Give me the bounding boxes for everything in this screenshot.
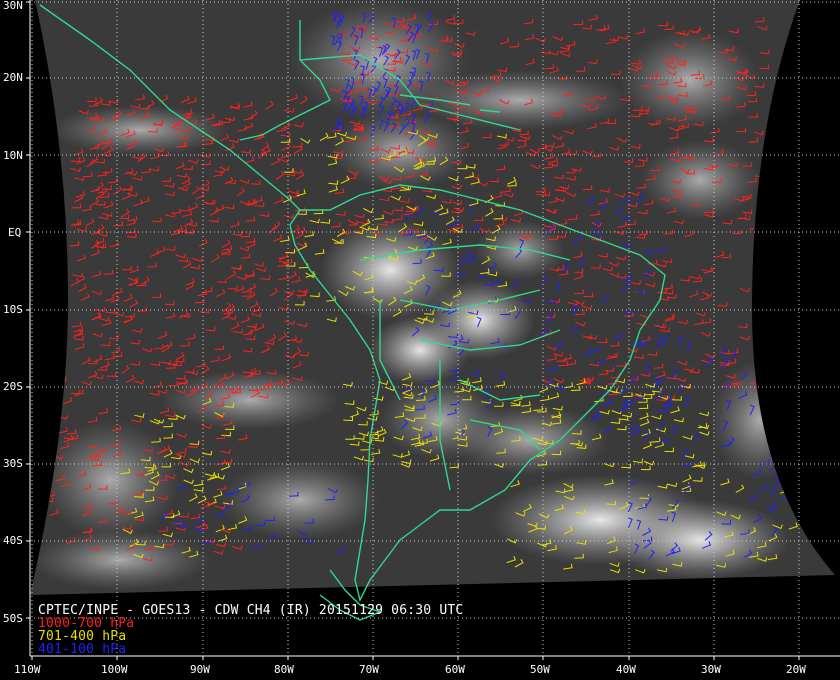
lon-label-70w: 70W: [359, 663, 379, 676]
lon-label-100w: 100W: [101, 663, 128, 676]
wind-barb: [47, 413, 57, 419]
wind-barb: [781, 481, 792, 487]
wind-barb: [757, 364, 767, 373]
lat-label-20n: 20N: [3, 71, 23, 84]
lon-label-90w: 90W: [190, 663, 210, 676]
wind-barb: [780, 349, 789, 360]
lat-label-30n: 30N: [3, 0, 23, 12]
lat-label-10n: 10N: [3, 149, 23, 162]
lon-label-20w: 20W: [786, 663, 806, 676]
lat-label-10s: 10S: [3, 303, 23, 316]
wind-barb: [49, 406, 60, 411]
lon-label-40w: 40W: [616, 663, 636, 676]
lat-label-30s: 30S: [3, 457, 23, 470]
wind-barb: [781, 395, 789, 406]
wind-barb: [771, 369, 778, 380]
lat-label-50s: 50S: [3, 612, 23, 625]
wind-barb: [769, 447, 779, 455]
lat-label-eq: EQ: [8, 226, 22, 239]
wind-barb: [771, 352, 782, 360]
wind-barb: [771, 337, 778, 349]
lon-label-110w: 110W: [14, 663, 41, 676]
lon-label-60w: 60W: [445, 663, 465, 676]
wind-barb: [776, 437, 786, 444]
lon-label-80w: 80W: [274, 663, 294, 676]
wind-barb: [46, 420, 57, 426]
satellite-wind-map: 30N 20N 10N EQ 10S 20S 30S 40S 50S 110W …: [0, 0, 840, 680]
legend-upper-level: 401-100 hPa: [38, 642, 127, 657]
wind-barb: [778, 398, 785, 409]
wind-barb: [56, 376, 67, 383]
wind-barb: [53, 396, 63, 402]
lat-label-40s: 40S: [3, 534, 23, 547]
wind-barb: [756, 222, 767, 228]
lon-label-30w: 30W: [701, 663, 721, 676]
wind-vector-map: [26, 0, 840, 660]
wind-barb: [766, 399, 776, 405]
wind-barb: [47, 425, 57, 432]
wind-barb: [756, 385, 766, 392]
wind-barb: [754, 350, 765, 355]
wind-barb: [752, 258, 763, 264]
lat-label-20s: 20S: [3, 380, 23, 393]
lon-label-50w: 50W: [530, 663, 550, 676]
